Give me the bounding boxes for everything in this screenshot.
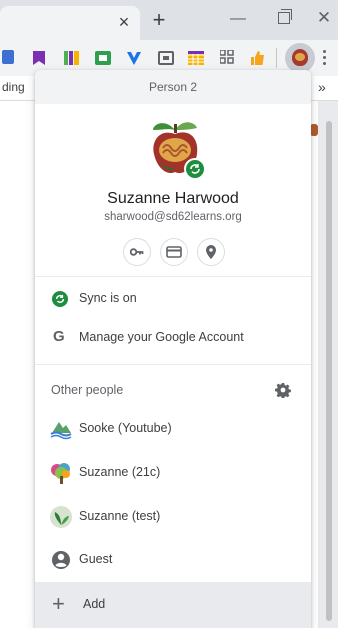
location-pin-icon [206, 245, 216, 259]
toolbar-separator [276, 48, 277, 68]
bookmark-item[interactable]: ding [2, 80, 25, 94]
tab-strip: × + — ✕ [0, 0, 338, 40]
minimize-button[interactable]: — [228, 9, 248, 29]
bookmarks-overflow-button[interactable]: » [318, 79, 326, 95]
add-label: Add [83, 597, 106, 611]
profile-avatar-button[interactable] [285, 43, 315, 73]
apple-avatar-icon [292, 49, 308, 66]
v-logo-icon[interactable] [126, 50, 141, 65]
apps-grid-icon[interactable] [219, 49, 234, 64]
add-person-button[interactable]: + Add [35, 582, 311, 628]
google-g-icon: G [53, 328, 65, 345]
manage-account-row[interactable]: G Manage your Google Account [35, 319, 311, 357]
person-item[interactable]: Sooke (Youtube) [35, 410, 311, 448]
guest-label: Guest [79, 552, 113, 566]
user-full-name: Suzanne Harwood [107, 190, 239, 207]
screen-capture-icon[interactable] [158, 50, 174, 65]
menu-divider [35, 364, 311, 365]
sooke-logo-icon [50, 422, 72, 440]
new-tab-button[interactable]: + [148, 9, 170, 31]
payment-methods-button[interactable] [160, 238, 188, 266]
menu-header: Person 2 [35, 70, 311, 104]
image-frame-icon[interactable] [95, 50, 111, 65]
active-tab[interactable]: × [0, 6, 140, 40]
profile-menu: Person 2 Suzanne Harwood sharwood@sd62le… [35, 70, 311, 628]
sync-status-row[interactable]: Sync is on [35, 280, 311, 318]
page-scrollbar[interactable] [318, 101, 338, 628]
gear-icon[interactable] [275, 382, 291, 398]
person-label: Suzanne (21c) [79, 465, 161, 479]
plus-icon: + [52, 591, 65, 616]
guest-item[interactable]: Guest [35, 541, 311, 579]
page-content-fragment [310, 124, 318, 136]
passwords-button[interactable] [123, 238, 151, 266]
addresses-button[interactable] [197, 238, 225, 266]
person-item[interactable]: Suzanne (test) [35, 498, 311, 536]
restore-button[interactable] [278, 9, 292, 24]
person-item[interactable]: Suzanne (21c) [35, 454, 311, 492]
thumbs-up-icon[interactable] [249, 50, 264, 65]
user-email: sharwood@sd62learns.org [104, 211, 242, 223]
sync-badge-icon [184, 158, 206, 180]
person-circle-icon [52, 551, 70, 569]
sync-icon [52, 291, 68, 307]
profile-name-header: Person 2 [148, 80, 198, 94]
manage-account-label: Manage your Google Account [79, 330, 244, 344]
person-label: Sooke (Youtube) [79, 421, 172, 435]
credit-card-icon [166, 246, 182, 258]
bookmark-ribbon-icon[interactable] [32, 50, 46, 65]
window-close-button[interactable]: ✕ [314, 8, 334, 28]
key-icon [129, 248, 144, 256]
tab-close-button[interactable]: × [114, 12, 134, 32]
person-label: Suzanne (test) [79, 509, 161, 523]
sync-label: Sync is on [79, 291, 137, 305]
other-people-heading: Other people [51, 383, 124, 397]
notes-icon[interactable] [2, 50, 14, 64]
more-menu-icon[interactable] [322, 48, 328, 68]
colorful-bars-icon[interactable] [64, 50, 79, 65]
grid-table-icon[interactable] [188, 50, 204, 65]
tree-avatar-icon [51, 463, 70, 484]
plant-avatar-icon [50, 506, 72, 528]
menu-divider [35, 276, 311, 277]
